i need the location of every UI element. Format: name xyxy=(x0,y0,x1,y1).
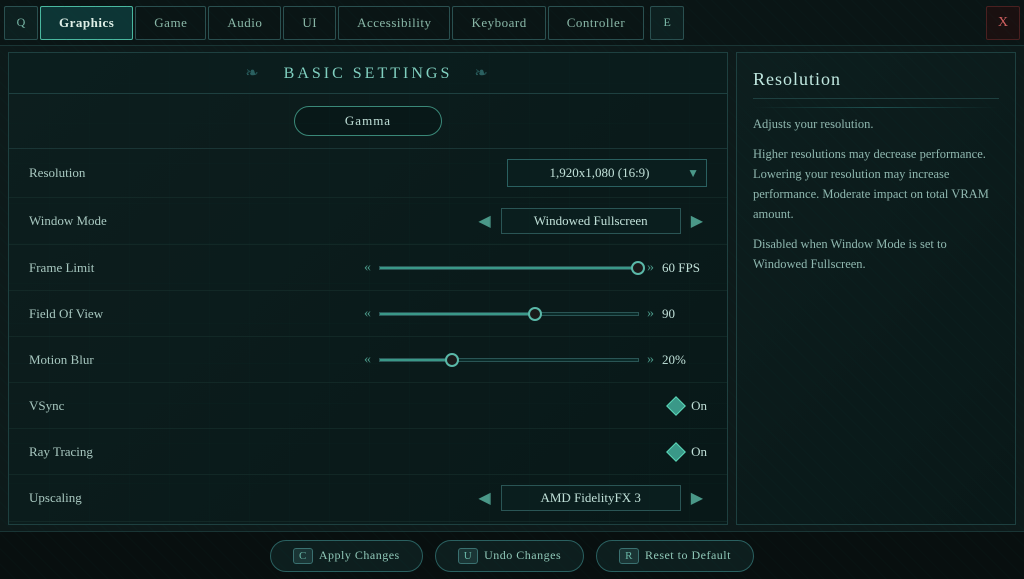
window-mode-label: Window Mode xyxy=(29,213,229,229)
ray-tracing-value: On xyxy=(691,444,707,460)
undo-changes-button[interactable]: U Undo Changes xyxy=(435,540,584,572)
setting-row-fsr-quality: FSR Super Resolution Quality ◀ Quality ▶ xyxy=(9,522,727,525)
settings-list: Resolution 1,920x1,080 (16:9) ▼ Window M… xyxy=(9,149,727,525)
reset-to-default-button[interactable]: R Reset to Default xyxy=(596,540,754,572)
q-icon-button[interactable]: Q xyxy=(4,6,38,40)
info-paragraph-1: Adjusts your resolution. xyxy=(753,114,999,134)
vsync-value: On xyxy=(691,398,707,414)
motion-blur-slider-thumb[interactable] xyxy=(445,353,459,367)
gamma-button[interactable]: Gamma xyxy=(294,106,442,136)
reset-key-icon: R xyxy=(619,548,639,564)
nav-bar: Q Graphics Game Audio UI Accessibility K… xyxy=(0,0,1024,46)
window-mode-arrow-control: ◀ Windowed Fullscreen ▶ xyxy=(229,208,707,234)
info-title: Resolution xyxy=(753,69,999,99)
upscaling-prev-button[interactable]: ◀ xyxy=(474,488,494,508)
frame-limit-slider-thumb[interactable] xyxy=(631,261,645,275)
window-mode-prev-button[interactable]: ◀ xyxy=(474,211,494,231)
frame-limit-value: 60 FPS xyxy=(662,260,707,276)
close-button[interactable]: X xyxy=(986,6,1020,40)
field-of-view-value: 90 xyxy=(662,306,707,322)
field-of-view-slider-thumb[interactable] xyxy=(528,307,542,321)
setting-row-resolution: Resolution 1,920x1,080 (16:9) ▼ xyxy=(9,149,727,198)
tab-ui[interactable]: UI xyxy=(283,6,336,40)
info-text: Adjusts your resolution. Higher resoluti… xyxy=(753,114,999,274)
motion-blur-control: 20% xyxy=(229,352,707,368)
field-of-view-slider-track[interactable] xyxy=(379,312,639,316)
tab-game[interactable]: Game xyxy=(135,6,206,40)
resolution-control: 1,920x1,080 (16:9) ▼ xyxy=(229,159,707,187)
settings-panel: Basic Settings Gamma Resolution 1,920x1,… xyxy=(8,52,728,525)
field-of-view-label: Field Of View xyxy=(29,306,229,322)
undo-key-icon: U xyxy=(458,548,478,564)
apply-key-icon: C xyxy=(293,548,313,564)
motion-blur-next-double-icon[interactable] xyxy=(647,352,654,368)
upscaling-value: AMD FidelityFX 3 xyxy=(501,485,681,511)
info-divider xyxy=(753,107,999,108)
tab-controller[interactable]: Controller xyxy=(548,6,644,40)
upscaling-next-button[interactable]: ▶ xyxy=(687,488,707,508)
frame-limit-next-double-icon[interactable] xyxy=(647,260,654,276)
motion-blur-slider-fill xyxy=(380,359,452,361)
ray-tracing-toggle-icon xyxy=(666,442,686,462)
window-mode-value: Windowed Fullscreen xyxy=(501,208,681,234)
setting-row-motion-blur: Motion Blur 20% xyxy=(9,337,727,383)
ray-tracing-toggle-control[interactable]: On xyxy=(229,444,707,460)
tab-graphics[interactable]: Graphics xyxy=(40,6,133,40)
frame-limit-slider-fill xyxy=(380,267,638,269)
vsync-toggle-control[interactable]: On xyxy=(229,398,707,414)
field-of-view-control: 90 xyxy=(229,306,707,322)
frame-limit-prev-double-icon[interactable] xyxy=(364,260,371,276)
upscaling-control: ◀ AMD FidelityFX 3 ▶ xyxy=(229,485,707,511)
field-of-view-slider-control: 90 xyxy=(229,306,707,322)
resolution-dropdown[interactable]: 1,920x1,080 (16:9) xyxy=(507,159,707,187)
resolution-dropdown-wrapper[interactable]: 1,920x1,080 (16:9) ▼ xyxy=(507,159,707,187)
fov-prev-double-icon[interactable] xyxy=(364,306,371,322)
frame-limit-control: 60 FPS xyxy=(229,260,707,276)
field-of-view-slider-fill xyxy=(380,313,535,315)
vsync-control: On xyxy=(229,398,707,414)
ray-tracing-control: On xyxy=(229,444,707,460)
info-panel: Resolution Adjusts your resolution. High… xyxy=(736,52,1016,525)
vsync-label: VSync xyxy=(29,398,229,414)
motion-blur-value: 20% xyxy=(662,352,707,368)
motion-blur-prev-double-icon[interactable] xyxy=(364,352,371,368)
frame-limit-slider-track[interactable] xyxy=(379,266,639,270)
window-mode-control: ◀ Windowed Fullscreen ▶ xyxy=(229,208,707,234)
resolution-label: Resolution xyxy=(29,165,229,181)
e-icon-button[interactable]: E xyxy=(650,6,684,40)
upscaling-label: Upscaling xyxy=(29,490,229,506)
setting-row-vsync: VSync On xyxy=(9,383,727,429)
setting-row-frame-limit: Frame Limit 60 FPS xyxy=(9,245,727,291)
setting-row-upscaling: Upscaling ◀ AMD FidelityFX 3 ▶ xyxy=(9,475,727,522)
gamma-container: Gamma xyxy=(9,94,727,149)
bottom-bar: C Apply Changes U Undo Changes R Reset t… xyxy=(0,531,1024,579)
upscaling-arrow-control: ◀ AMD FidelityFX 3 ▶ xyxy=(229,485,707,511)
panel-title: Basic Settings xyxy=(9,53,727,94)
info-paragraph-2: Higher resolutions may decrease performa… xyxy=(753,144,999,224)
frame-limit-slider-control: 60 FPS xyxy=(229,260,707,276)
tab-keyboard[interactable]: Keyboard xyxy=(452,6,545,40)
motion-blur-slider-track[interactable] xyxy=(379,358,639,362)
frame-limit-label: Frame Limit xyxy=(29,260,229,276)
info-paragraph-3: Disabled when Window Mode is set to Wind… xyxy=(753,234,999,274)
motion-blur-label: Motion Blur xyxy=(29,352,229,368)
window-mode-next-button[interactable]: ▶ xyxy=(687,211,707,231)
setting-row-field-of-view: Field Of View 90 xyxy=(9,291,727,337)
fov-next-double-icon[interactable] xyxy=(647,306,654,322)
vsync-toggle-icon xyxy=(666,396,686,416)
setting-row-ray-tracing: Ray Tracing On xyxy=(9,429,727,475)
main-content: Basic Settings Gamma Resolution 1,920x1,… xyxy=(0,46,1024,531)
tab-audio[interactable]: Audio xyxy=(208,6,281,40)
setting-row-window-mode: Window Mode ◀ Windowed Fullscreen ▶ xyxy=(9,198,727,245)
motion-blur-slider-control: 20% xyxy=(229,352,707,368)
tab-accessibility[interactable]: Accessibility xyxy=(338,6,450,40)
ray-tracing-label: Ray Tracing xyxy=(29,444,229,460)
apply-changes-button[interactable]: C Apply Changes xyxy=(270,540,423,572)
